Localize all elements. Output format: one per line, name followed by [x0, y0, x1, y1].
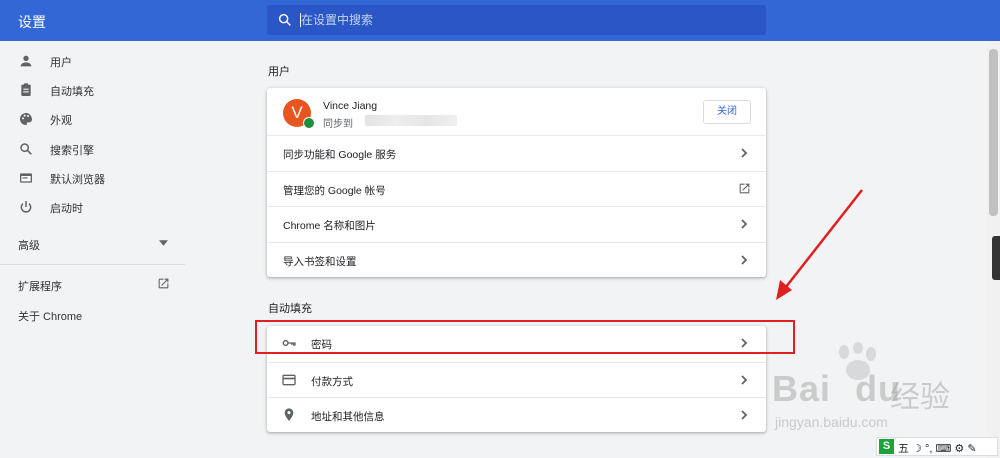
- palette-icon: [20, 113, 32, 125]
- sidebar-item-appearance[interactable]: 外观: [0, 105, 185, 133]
- caret-down-icon[interactable]: [159, 240, 168, 246]
- turn-off-sync-button[interactable]: 关闭: [703, 100, 751, 124]
- ime-toolbar[interactable]: S 五 ☽ °, ⌨ ⚙ ✎: [876, 437, 998, 456]
- row-label: 同步功能和 Google 服务: [283, 149, 397, 161]
- search-icon: [20, 143, 32, 155]
- row-label: Chrome 名称和图片: [283, 220, 376, 232]
- sidebar-extensions[interactable]: 扩展程序: [18, 278, 62, 294]
- sidebar-item-label: 自动填充: [50, 86, 94, 98]
- credit-card-icon: [282, 374, 296, 386]
- sidebar-item-on-startup[interactable]: 启动时: [0, 193, 185, 221]
- section-title-autofill: 自动填充: [268, 303, 312, 315]
- ime-logo-icon: S: [879, 439, 894, 454]
- search-box[interactable]: [267, 5, 766, 35]
- row-chrome-name-picture[interactable]: Chrome 名称和图片: [267, 206, 766, 241]
- chevron-right-icon: [741, 375, 748, 385]
- open-external-icon: [739, 183, 750, 194]
- divider: [0, 264, 185, 265]
- open-external-icon[interactable]: [157, 277, 170, 290]
- highlight-box: [255, 320, 795, 354]
- watermark-url: jingyan.baidu.com: [775, 414, 888, 430]
- top-bar: 设置: [0, 0, 1000, 41]
- sidebar-item-people[interactable]: 用户: [0, 47, 185, 75]
- sidebar-advanced[interactable]: 高级: [18, 237, 40, 253]
- row-label: 地址和其他信息: [311, 411, 385, 423]
- search-input[interactable]: [301, 9, 741, 31]
- sync-status: 同步到: [323, 119, 353, 130]
- sidebar-item-label: 默认浏览器: [50, 174, 105, 186]
- row-label: 导入书签和设置: [283, 256, 357, 268]
- sidebar-item-search-engine[interactable]: 搜索引擎: [0, 135, 185, 163]
- ime-status: 五 ☽ °, ⌨ ⚙ ✎: [898, 443, 977, 455]
- sidebar-item-label: 用户: [50, 57, 72, 69]
- browser-icon: [20, 173, 32, 183]
- chevron-right-icon: [741, 255, 748, 265]
- row-sync-services[interactable]: 同步功能和 Google 服务: [267, 135, 766, 170]
- watermark-logo: Bai du: [772, 368, 902, 409]
- clipboard-icon: [21, 83, 31, 96]
- sidebar: 用户 自动填充 外观 搜索引擎 默认浏览器 启动时 高级 扩展程序 关于 Chr…: [0, 41, 185, 458]
- row-manage-account[interactable]: 管理您的 Google 帐号: [267, 171, 766, 206]
- sidebar-item-label: 搜索引擎: [50, 145, 94, 157]
- annotation-arrow: [776, 189, 863, 300]
- page-title: 设置: [18, 14, 46, 30]
- chevron-right-icon: [741, 410, 748, 420]
- sidebar-item-label: 外观: [50, 115, 72, 127]
- sidebar-about-chrome[interactable]: 关于 Chrome: [18, 308, 82, 324]
- sidebar-item-autofill[interactable]: 自动填充: [0, 76, 185, 104]
- row-addresses[interactable]: 地址和其他信息: [267, 397, 766, 432]
- search-icon: [278, 13, 291, 26]
- location-pin-icon: [284, 408, 294, 421]
- side-widget[interactable]: [992, 236, 1000, 280]
- row-label: 管理您的 Google 帐号: [283, 185, 386, 197]
- sync-icon: [303, 117, 315, 129]
- sidebar-item-label: 启动时: [50, 203, 83, 215]
- row-import-bookmarks[interactable]: 导入书签和设置: [267, 242, 766, 277]
- power-icon: [20, 201, 32, 213]
- scrollbar-thumb[interactable]: [989, 49, 998, 216]
- row-payment-methods[interactable]: 付款方式: [267, 362, 766, 397]
- user-name: Vince Jiang: [323, 100, 378, 112]
- person-icon: [20, 55, 32, 67]
- people-card: V Vince Jiang 同步到 关闭 同步功能和 Google 服务 管理您…: [267, 88, 766, 277]
- section-title-people: 用户: [268, 66, 290, 78]
- blurred-email: [365, 115, 457, 126]
- watermark-cn: 经验: [890, 381, 950, 414]
- sidebar-item-default-browser[interactable]: 默认浏览器: [0, 164, 185, 192]
- row-label: 付款方式: [311, 376, 353, 388]
- chevron-right-icon: [741, 148, 748, 158]
- chevron-right-icon: [741, 219, 748, 229]
